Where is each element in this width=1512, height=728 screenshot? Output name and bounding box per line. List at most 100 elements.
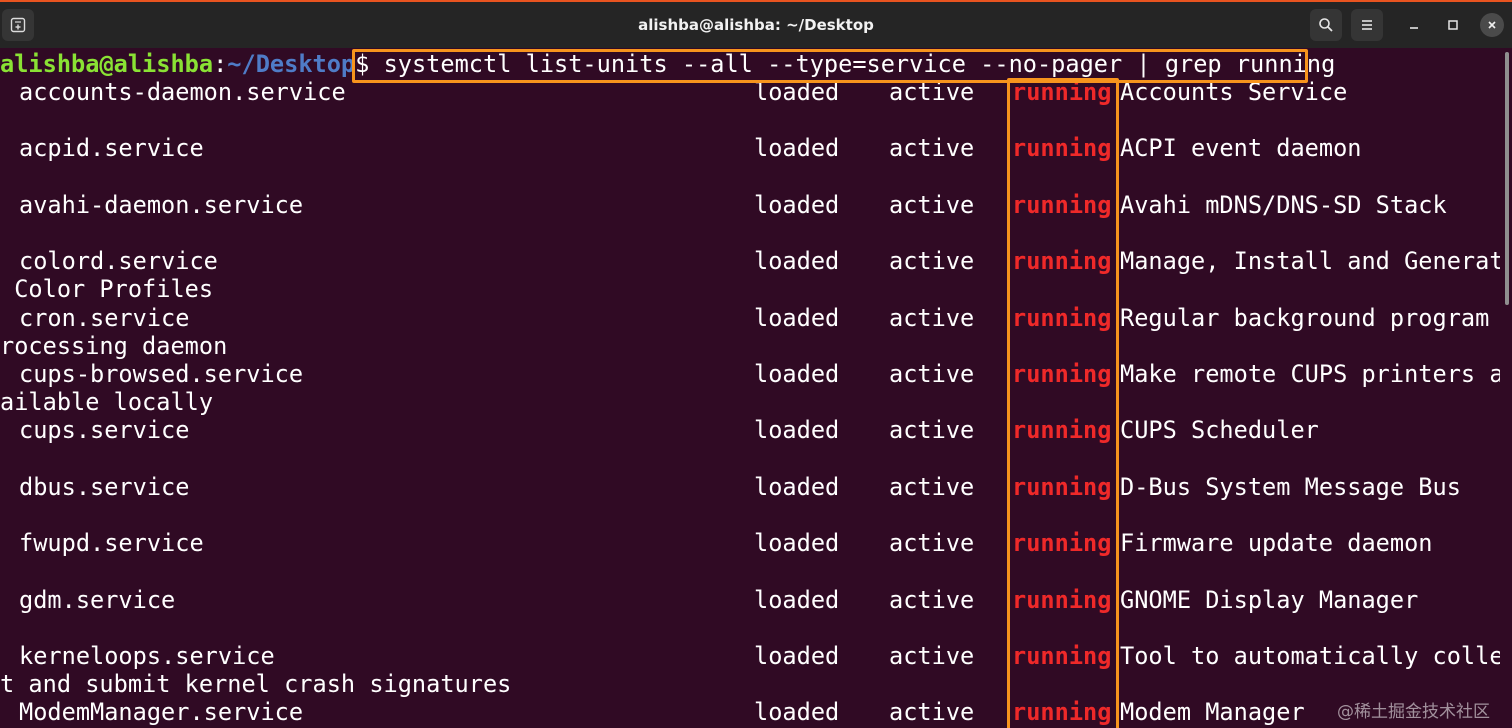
service-row: fwupd.service loaded active running Firmware… [0,529,1500,557]
service-load-state: loaded [754,642,840,670]
service-description: Regular background program p [1120,303,1500,332]
service-unit-name: colord.service [19,247,218,276]
terminal-window: alishba@alishba: ~/Desktop alishba@alish… [0,0,1512,728]
search-icon [1318,17,1334,33]
service-active-state: active [889,529,975,558]
service-row: dbus.service loaded active running D-Bus Sys… [0,473,1500,501]
service-row: gdm.service loaded active running GNOME Disp… [0,586,1500,614]
service-description: Manage, Install and Generate [1120,247,1500,276]
window-title: alishba@alishba: ~/Desktop [638,16,874,34]
service-description-continuation: Color Profiles [0,275,214,304]
service-description-continuation: rocessing daemon [0,331,228,360]
service-unit-name: gdm.service [19,585,176,614]
prompt-user: alishba@alishba [0,50,214,78]
service-unit-name: avahi-daemon.service [19,190,304,219]
service-row: avahi-daemon.service loaded active running A… [0,191,1500,219]
minimize-icon [1408,16,1420,35]
service-description: Modem Manager [1120,698,1305,727]
title-bar: alishba@alishba: ~/Desktop [0,2,1512,48]
service-sub-state: running [1012,303,1112,332]
command-prompt-line: alishba@alishba:~/Desktop$ systemctl lis… [0,50,1335,78]
service-unit-name: fwupd.service [19,529,204,558]
service-sub-state: running [1012,190,1112,219]
service-load-state: loaded [754,190,840,219]
watermark: @稀土掘金技术社区 [1337,702,1490,722]
maximize-button[interactable] [1441,13,1465,37]
service-load-state: loaded [754,585,840,614]
service-row: ModemManager.service loaded active running M… [0,698,1500,726]
service-sub-state: running [1012,642,1112,670]
service-row: kerneloops.service loaded active running Too… [0,642,1500,670]
service-row: acpid.service loaded active running ACPI eve… [0,134,1500,162]
service-active-state: active [889,585,975,614]
service-unit-name: ModemManager.service [19,698,304,727]
service-load-state: loaded [754,303,840,332]
new-tab-button[interactable] [2,9,34,41]
service-description-continuation: t and submit kernel crash signatures [0,670,512,699]
new-tab-icon [10,17,26,33]
service-row: colord.service loaded active running Manage,… [0,247,1500,275]
service-active-state: active [889,303,975,332]
service-sub-state: running [1012,78,1112,106]
close-button[interactable] [1480,13,1504,37]
service-sub-state: running [1012,529,1112,558]
terminal-output[interactable]: alishba@alishba:~/Desktop$ systemctl lis… [0,48,1500,728]
service-sub-state: running [1012,585,1112,614]
service-description-continuation: ailable locally [0,388,214,417]
maximize-icon [1447,16,1459,35]
service-description: Tool to automatically collec [1120,642,1500,670]
service-description: Avahi mDNS/DNS-SD Stack [1120,190,1447,219]
service-load-state: loaded [754,472,840,501]
menu-button[interactable] [1351,9,1383,41]
service-active-state: active [889,416,975,445]
service-row: cups-browsed.service loaded active running M… [0,360,1500,388]
service-load-state: loaded [754,134,840,163]
prompt-symbol: $ [355,50,384,78]
close-icon [1486,16,1498,35]
service-sub-state: running [1012,472,1112,501]
service-active-state: active [889,472,975,501]
service-unit-name: acpid.service [19,134,204,163]
service-description: D-Bus System Message Bus [1120,472,1461,501]
service-load-state: loaded [754,529,840,558]
service-active-state: active [889,247,975,276]
service-row: accounts-daemon.service loaded active runni… [0,78,1500,106]
service-unit-name: accounts-daemon.service [19,78,346,106]
service-active-state: active [889,698,975,727]
service-description: Accounts Service [1120,78,1348,106]
service-load-state: loaded [754,416,840,445]
scrollbar[interactable] [1500,48,1512,728]
service-unit-name: cups-browsed.service [19,360,304,388]
service-load-state: loaded [754,360,840,388]
service-row: cups.service loaded active running CUPS Sche… [0,416,1500,444]
service-unit-name: kerneloops.service [19,642,275,670]
service-description: ACPI event daemon [1120,134,1362,163]
service-load-state: loaded [754,247,840,276]
service-active-state: active [889,78,975,106]
service-row: cron.service loaded active running Regular b… [0,304,1500,332]
service-active-state: active [889,360,975,388]
service-sub-state: running [1012,698,1112,727]
service-unit-name: dbus.service [19,472,190,501]
service-load-state: loaded [754,78,840,106]
service-unit-name: cron.service [19,303,190,332]
service-unit-name: cups.service [19,416,190,445]
service-active-state: active [889,190,975,219]
service-description: Firmware update daemon [1120,529,1433,558]
service-load-state: loaded [754,698,840,727]
scrollbar-thumb[interactable] [1505,52,1509,305]
service-active-state: active [889,642,975,670]
command-text: systemctl list-units --all --type=servic… [383,50,1336,78]
service-sub-state: running [1012,416,1112,445]
search-button[interactable] [1310,9,1342,41]
prompt-path: ~/Desktop [227,50,356,78]
service-description: Make remote CUPS printers av [1120,360,1500,388]
service-sub-state: running [1012,134,1112,163]
service-sub-state: running [1012,360,1112,388]
service-active-state: active [889,134,975,163]
prompt-separator: : [213,50,228,78]
hamburger-menu-icon [1359,17,1375,33]
service-description: GNOME Display Manager [1120,585,1419,614]
minimize-button[interactable] [1402,13,1426,37]
service-description: CUPS Scheduler [1120,416,1319,445]
